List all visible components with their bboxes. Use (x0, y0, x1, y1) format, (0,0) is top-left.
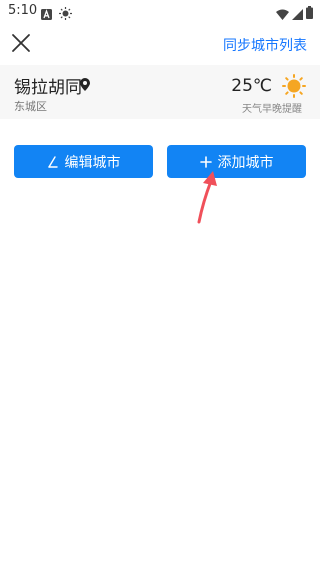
edit-cities-label: 编辑城市 (64, 154, 121, 171)
close-icon[interactable] (10, 32, 34, 56)
location-pin-icon (80, 76, 90, 95)
sync-city-list-link[interactable]: 同步城市列表 (223, 35, 307, 55)
city-name: 锡拉胡同 (14, 78, 82, 98)
status-bar: 5:10 (0, 0, 320, 24)
annotation-arrow (197, 171, 217, 224)
status-time: 5:10 (8, 3, 38, 18)
plus-icon (199, 155, 212, 168)
weather-reminder-link[interactable]: 天气早晚提醒 (242, 100, 302, 115)
brightness-icon (59, 5, 72, 24)
district-label: 东城区 (14, 100, 47, 113)
wifi-icon (276, 5, 289, 24)
top-bar: 同步城市列表 (0, 28, 320, 62)
battery-icon (306, 4, 313, 23)
notification-a-icon (41, 5, 52, 24)
city-card[interactable]: 锡拉胡同 东城区 25℃ 天气早晚提醒 (0, 65, 320, 119)
edit-cities-button[interactable]: 编辑城市 (14, 145, 153, 178)
edit-icon (47, 155, 59, 168)
add-city-button[interactable]: 添加城市 (167, 145, 306, 178)
add-city-label: 添加城市 (217, 154, 274, 171)
signal-icon (292, 5, 303, 24)
temperature: 25℃ (231, 76, 272, 96)
sun-icon (282, 74, 306, 102)
